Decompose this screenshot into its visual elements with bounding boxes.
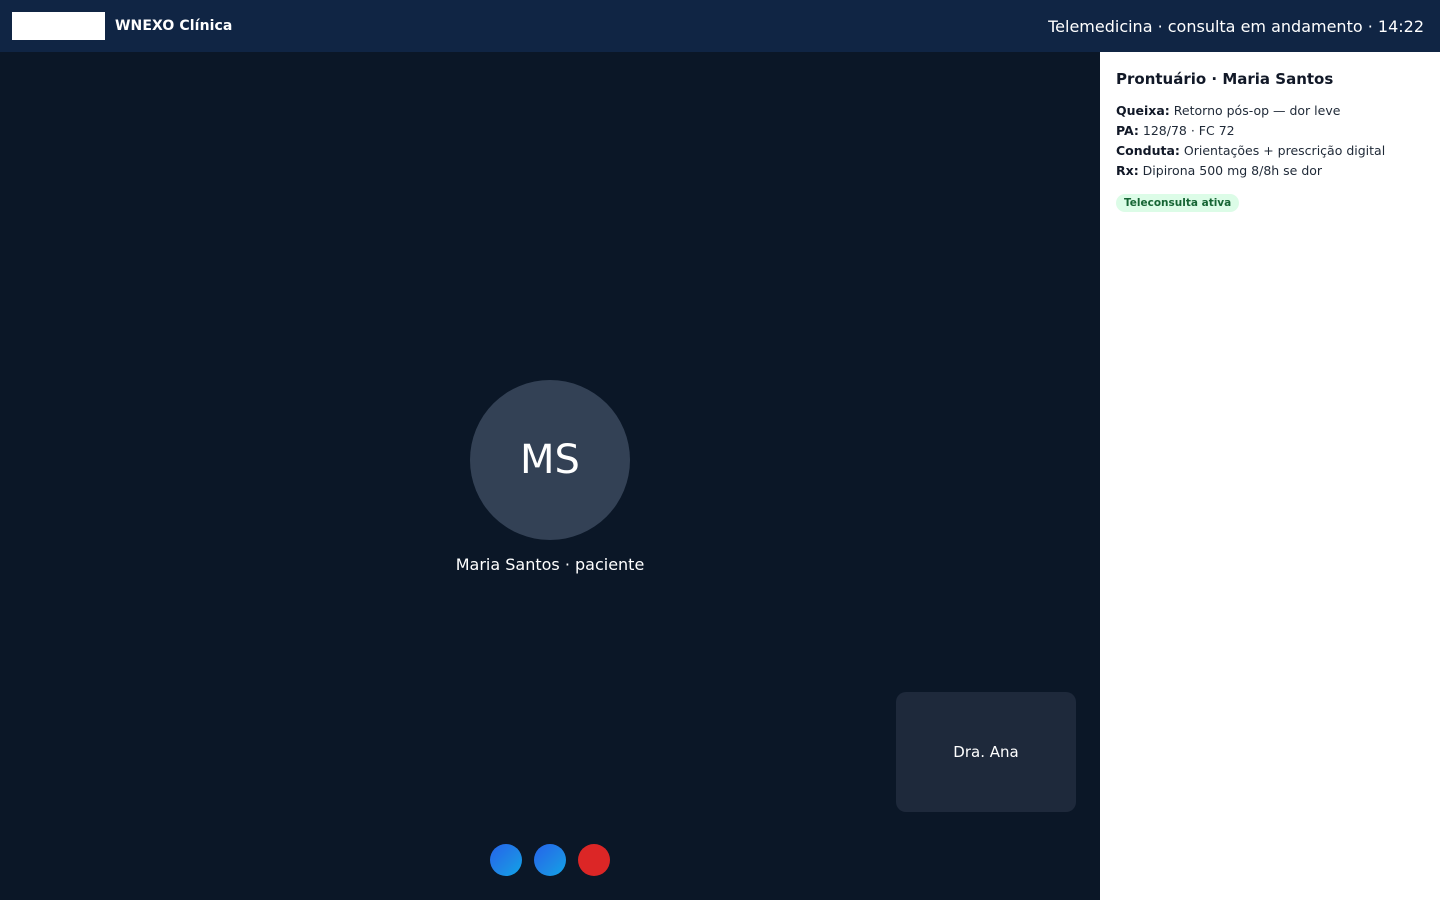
hang-up-icon[interactable]	[578, 844, 610, 876]
record-label: PA:	[1116, 123, 1139, 138]
record-label: Queixa:	[1116, 103, 1170, 118]
remote-participant: MS Maria Santos · paciente	[450, 380, 650, 574]
record-item-conduct: Conduta: Orientações + prescrição digita…	[1116, 141, 1424, 161]
microphone-icon[interactable]	[490, 844, 522, 876]
self-view-label: Dra. Ana	[953, 743, 1019, 761]
record-item-complaint: Queixa: Retorno pós-op — dor leve	[1116, 101, 1424, 121]
call-controls	[490, 844, 610, 876]
patient-avatar: MS	[470, 380, 630, 540]
record-value: Orientações + prescrição digital	[1183, 143, 1386, 158]
brand: WNEXO Clínica	[12, 12, 232, 40]
record-label: Rx:	[1116, 163, 1139, 178]
self-view-tile[interactable]: Dra. Ana	[896, 692, 1076, 812]
clinic-logo	[12, 12, 105, 40]
record-item-prescription: Rx: Dipirona 500 mg 8/8h se dor	[1116, 161, 1424, 181]
panel-title: Prontuário · Maria Santos	[1116, 70, 1334, 88]
medical-record-panel: Prontuário · Maria Santos Queixa: Retorn…	[1100, 52, 1440, 900]
record-label: Conduta:	[1116, 143, 1180, 158]
record-item-vitals: PA: 128/78 · FC 72	[1116, 121, 1424, 141]
record-value: Dipirona 500 mg 8/8h se dor	[1142, 163, 1323, 178]
camera-icon[interactable]	[534, 844, 566, 876]
status-badge: Teleconsulta ativa	[1116, 194, 1240, 212]
call-status: Telemedicina · consulta em andamento · 1…	[1048, 16, 1424, 36]
brand-name: WNEXO Clínica	[115, 18, 233, 34]
record-value: Retorno pós-op — dor leve	[1173, 103, 1341, 118]
patient-name-label: Maria Santos · paciente	[455, 555, 645, 574]
top-bar: WNEXO Clínica Telemedicina · consulta em…	[0, 0, 1440, 52]
video-stage: MS Maria Santos · paciente Dra. Ana	[0, 52, 1100, 900]
record-value: 128/78 · FC 72	[1142, 123, 1235, 138]
